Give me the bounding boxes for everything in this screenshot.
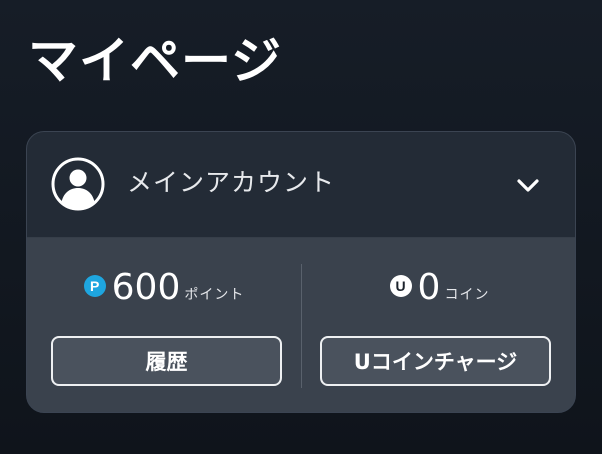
coins-amount: 0 [417,267,441,308]
points-unit: ポイント [184,287,245,303]
chevron-down-icon[interactable] [515,174,541,196]
account-name: メインアカウント [127,168,336,197]
coin-icon: U [389,275,412,297]
history-button[interactable]: 履歴 [51,336,282,386]
user-circle-icon [51,157,105,211]
coins-unit: コイン [444,287,490,303]
points-balance: P 600 ポイント [27,266,301,310]
point-icon: P [83,275,106,297]
account-selector[interactable]: メインアカウント [27,132,575,238]
coins-balance: U 0 コイン [302,266,575,310]
balance-area: P 600 ポイント U 0 コイン 履歴 Uコインチャージ [27,238,575,412]
coin-charge-button[interactable]: Uコインチャージ [320,336,551,386]
points-amount: 600 [111,267,181,308]
page-title: マイページ [28,32,282,90]
account-card: メインアカウント P 600 ポイント U 0 コイン 履歴 Uコインチャージ [26,131,576,413]
